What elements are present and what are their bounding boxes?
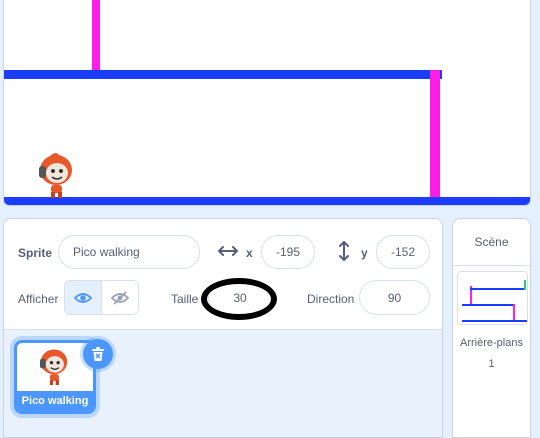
left-right-arrow-icon [218, 246, 238, 256]
blue-platform-middle [4, 70, 442, 79]
size-label: Taille [171, 292, 199, 306]
direction-label: Direction [307, 292, 355, 306]
sprite-thumbnail [39, 349, 68, 385]
sprite-info-pane: Sprite Pico walking x -195 y -152 Affich… [3, 218, 443, 438]
visibility-toggle-group [64, 280, 139, 315]
sprite-info-area: Sprite Pico walking x -195 y -152 Affich… [4, 219, 442, 329]
sprite-name-input[interactable]: Pico walking [58, 235, 200, 269]
stage-canvas[interactable] [3, 0, 531, 206]
stage-selector-pane[interactable]: Scène Arrière-plans 1 [452, 218, 531, 438]
pico-sprite-on-stage[interactable] [36, 152, 76, 198]
stage-thumbnail-drawing [458, 272, 527, 324]
stage-pane-title: Scène [453, 219, 530, 266]
sprite-list: Pico walking [4, 329, 442, 437]
backdrops-label: Arrière-plans [460, 337, 523, 349]
trash-icon [92, 347, 104, 361]
eye-slash-icon [111, 290, 129, 305]
pink-wall-right [430, 70, 440, 205]
x-label: x [246, 246, 253, 260]
delete-sprite-button[interactable] [83, 339, 113, 369]
hide-sprite-button[interactable] [102, 281, 138, 314]
sprite-label: Sprite [18, 246, 53, 260]
stage-thumbnail[interactable] [457, 271, 528, 325]
eye-icon [74, 292, 92, 303]
show-sprite-button[interactable] [65, 281, 102, 314]
blue-platform-floor [4, 197, 530, 205]
x-position-input[interactable]: -195 [261, 235, 315, 269]
sprite-tile-pico-walking[interactable]: Pico walking [14, 339, 113, 414]
show-label: Afficher [18, 292, 59, 306]
up-down-arrow-icon [339, 241, 349, 261]
sprite-tile-label: Pico walking [17, 391, 93, 411]
y-label: y [361, 246, 368, 260]
y-position-input[interactable]: -152 [376, 235, 430, 269]
direction-input[interactable]: 90 [359, 280, 430, 315]
pink-wall-top [92, 0, 100, 74]
backdrops-count: 1 [488, 358, 495, 370]
size-input[interactable]: 30 [208, 280, 272, 315]
